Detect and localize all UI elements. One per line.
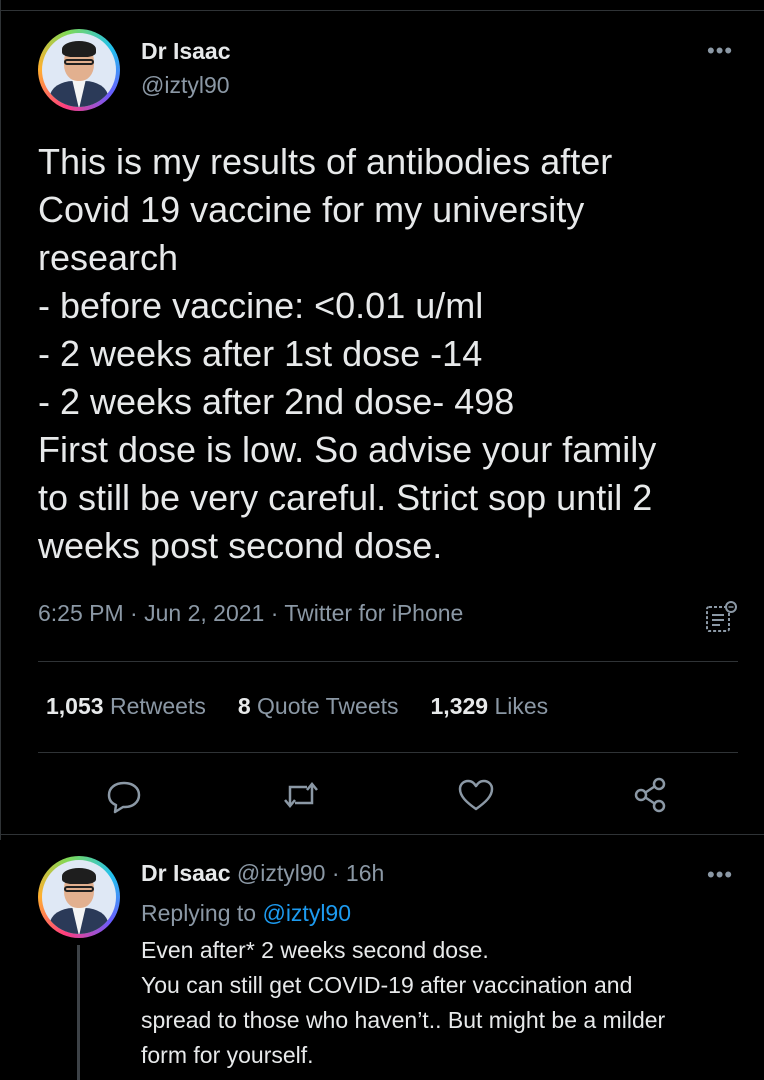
reply-text-line: Even after* 2 weeks second dose.	[141, 937, 489, 963]
reply-text-line: spread to those who haven’t.. But might …	[141, 1007, 666, 1033]
reply-author-name[interactable]: Dr Isaac	[141, 860, 231, 886]
retweets-count: 1,053	[46, 693, 104, 719]
tweet-source[interactable]: Twitter for iPhone	[284, 600, 463, 626]
reply-icon[interactable]	[104, 775, 144, 815]
divider	[38, 661, 738, 662]
reply-text: Even after* 2 weeks second dose. You can…	[141, 933, 741, 1073]
avatar-photo	[42, 33, 116, 107]
tweet-stats: 1,053 Retweets 8 Quote Tweets 1,329 Likes	[46, 693, 580, 720]
replying-to-label: Replying to	[141, 900, 257, 926]
tweet-text-line: weeks post second dose.	[38, 525, 443, 566]
top-divider	[0, 10, 764, 11]
author-handle[interactable]: @iztyl90	[141, 72, 230, 99]
tweet-text-line: to still be very careful. Strict sop unt…	[38, 477, 653, 518]
tweet-text: This is my results of antibodies after C…	[38, 138, 738, 570]
tweet-text-line: research	[38, 237, 179, 278]
avatar-photo	[42, 860, 116, 934]
reply-text-line: form for yourself.	[141, 1042, 314, 1068]
replying-to-mention[interactable]: @iztyl90	[262, 900, 351, 926]
tweet-date[interactable]: Jun 2, 2021	[144, 600, 264, 626]
tweet-text-line: Covid 19 vaccine for my university	[38, 189, 585, 230]
retweets-stat[interactable]: 1,053 Retweets	[46, 693, 206, 719]
tweet-meta: 6:25 PM · Jun 2, 2021 · Twitter for iPho…	[38, 600, 463, 627]
author-name[interactable]: Dr Isaac	[141, 38, 231, 65]
share-icon[interactable]	[631, 775, 671, 815]
more-horizontal-icon[interactable]: •••	[707, 40, 733, 62]
analytics-icon[interactable]	[704, 600, 738, 634]
meta-separator: ·	[123, 600, 145, 626]
tweet-text-line: - 2 weeks after 1st dose -14	[38, 333, 483, 374]
section-divider	[0, 834, 764, 835]
more-horizontal-icon[interactable]: •••	[707, 864, 733, 886]
like-icon[interactable]	[456, 775, 496, 815]
tweet-text-line: - before vaccine: <0.01 u/ml	[38, 285, 484, 326]
avatar[interactable]	[38, 29, 120, 111]
reply-avatar[interactable]	[38, 856, 120, 938]
thread-line	[77, 945, 80, 1080]
reply-header: Dr Isaac @iztyl90 · 16h	[141, 860, 384, 887]
tweet-text-line: - 2 weeks after 2nd dose- 498	[38, 381, 515, 422]
meta-separator: ·	[264, 600, 285, 626]
tweet-text-line: This is my results of antibodies after	[38, 141, 613, 182]
retweet-icon[interactable]	[281, 775, 321, 815]
tweet-text-line: First dose is low. So advise your family	[38, 429, 657, 470]
tweet-time[interactable]: 6:25 PM	[38, 600, 124, 626]
quote-tweets-count: 8	[237, 693, 251, 719]
reply-separator: ·	[325, 860, 346, 886]
quote-tweets-stat[interactable]: 8 Quote Tweets	[238, 693, 399, 719]
reply-author-handle[interactable]: @iztyl90	[237, 860, 326, 886]
reply-text-line: You can still get COVID-19 after vaccina…	[141, 972, 633, 998]
likes-stat[interactable]: 1,329 Likes	[431, 693, 549, 719]
likes-count: 1,329	[430, 693, 489, 719]
left-border	[0, 0, 1, 840]
retweets-label: Retweets	[109, 693, 206, 719]
divider	[38, 752, 738, 753]
reply-time[interactable]: 16h	[346, 860, 384, 886]
replying-to: Replying to @iztyl90	[141, 900, 351, 927]
likes-label: Likes	[494, 693, 549, 719]
quote-tweets-label: Quote Tweets	[257, 693, 399, 719]
